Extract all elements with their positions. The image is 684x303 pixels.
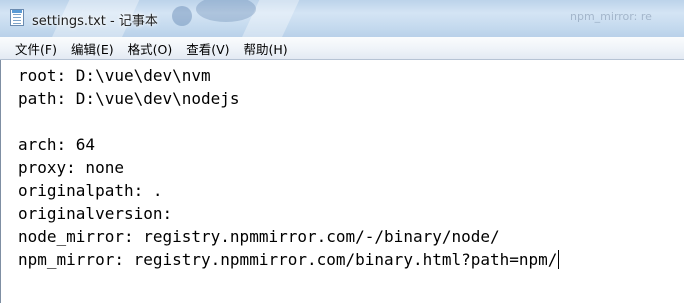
text-line[interactable]: node_mirror: registry.npmmirror.com/-/bi… (18, 225, 559, 248)
menu-edit[interactable]: 编辑(E) (64, 38, 121, 59)
document-text[interactable]: root: D:\vue\dev\nvm path: D:\vue\dev\no… (18, 64, 560, 271)
menu-view[interactable]: 查看(V) (179, 38, 236, 59)
text-line[interactable]: path: D:\vue\dev\nodejs (18, 87, 559, 110)
title-bar[interactable]: npm_mirror: re settings.txt - 记事本 (0, 0, 684, 37)
background-window-blur (196, 0, 256, 22)
text-editor[interactable]: root: D:\vue\dev\nvm path: D:\vue\dev\no… (0, 60, 684, 303)
menu-bar: 文件(F) 编辑(E) 格式(O) 查看(V) 帮助(H) (0, 37, 684, 60)
menu-format[interactable]: 格式(O) (121, 38, 180, 59)
text-line-content[interactable]: npm_mirror: registry.npmmirror.com/binar… (18, 250, 557, 269)
window-title: settings.txt - 记事本 (32, 14, 158, 29)
text-line[interactable]: arch: 64 (18, 133, 559, 156)
menu-help[interactable]: 帮助(H) (237, 38, 295, 59)
background-window-text: npm_mirror: re (570, 10, 652, 23)
text-line[interactable]: proxy: none (18, 156, 559, 179)
text-line[interactable]: originalpath: . (18, 179, 559, 202)
text-line[interactable] (18, 110, 559, 133)
text-line[interactable]: originalversion: (18, 202, 559, 225)
text-caret (558, 250, 560, 269)
menu-file[interactable]: 文件(F) (8, 38, 64, 59)
text-line[interactable]: root: D:\vue\dev\nvm (18, 64, 559, 87)
background-window-blur (172, 6, 192, 26)
text-line-last[interactable]: npm_mirror: registry.npmmirror.com/binar… (18, 248, 560, 271)
notepad-window: npm_mirror: re settings.txt - 记事本 文件(F) … (0, 0, 684, 303)
notepad-icon[interactable] (10, 9, 24, 26)
